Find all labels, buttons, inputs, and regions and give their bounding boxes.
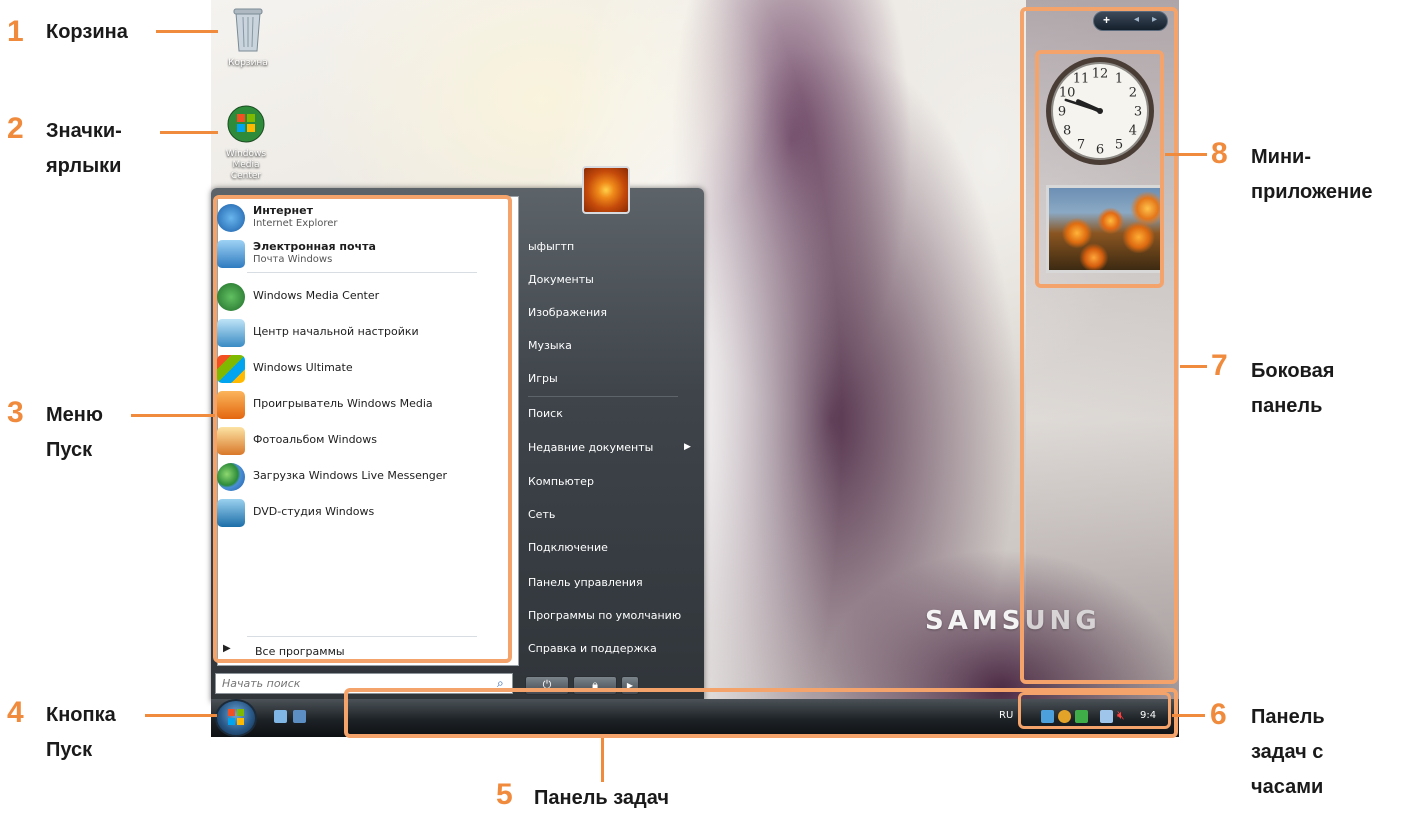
callout-label-2b: ярлыки bbox=[46, 155, 122, 177]
callout-number-8: 8 bbox=[1211, 137, 1228, 170]
callout-number-2: 2 bbox=[7, 112, 24, 145]
submenu-arrow-icon: ▶ bbox=[684, 441, 691, 451]
callout-box-tray bbox=[1018, 692, 1171, 729]
callout-label-7a: Боковая bbox=[1251, 360, 1335, 382]
callout-label-3a: Меню bbox=[46, 404, 103, 426]
callout-leader-3 bbox=[131, 414, 215, 417]
rp-network[interactable]: Сеть bbox=[528, 508, 555, 521]
start-button[interactable] bbox=[215, 699, 257, 737]
show-desktop-icon[interactable] bbox=[274, 710, 287, 723]
desktop-icon-label: Корзина bbox=[228, 58, 268, 68]
callout-label-8b: приложение bbox=[1251, 181, 1373, 203]
callout-box-gadgets bbox=[1035, 50, 1164, 288]
callout-number-7: 7 bbox=[1211, 349, 1228, 382]
callout-number-1: 1 bbox=[7, 15, 24, 48]
desktop-icon-label: Windows Media Center bbox=[225, 149, 267, 181]
rp-user-folder[interactable]: ыфыгтп bbox=[528, 240, 574, 253]
rp-pictures[interactable]: Изображения bbox=[528, 306, 607, 319]
callout-label-5: Панель задач bbox=[534, 787, 669, 809]
windows-logo-icon bbox=[228, 709, 244, 725]
switch-windows-icon[interactable] bbox=[293, 710, 306, 723]
rp-control-panel[interactable]: Панель управления bbox=[528, 576, 643, 589]
callout-label-6b: задач с bbox=[1251, 741, 1324, 763]
callout-label-2a: Значки- bbox=[46, 120, 122, 142]
rp-music[interactable]: Музыка bbox=[528, 339, 572, 352]
recycle-bin-icon bbox=[233, 8, 263, 52]
callout-box-start-menu bbox=[213, 195, 512, 663]
desktop-icon-media-center[interactable]: Windows Media Center bbox=[201, 104, 291, 182]
rp-documents[interactable]: Документы bbox=[528, 273, 594, 286]
rp-recent-documents[interactable]: Недавние документы bbox=[528, 441, 653, 454]
callout-label-8a: Мини- bbox=[1251, 146, 1311, 168]
callout-label-3b: Пуск bbox=[46, 439, 93, 461]
callout-number-6: 6 bbox=[1210, 698, 1227, 731]
windows-media-center-icon bbox=[227, 105, 265, 143]
callout-label-6a: Панель bbox=[1251, 706, 1325, 728]
callout-label-4a: Кнопка bbox=[46, 704, 116, 726]
rp-games[interactable]: Игры bbox=[528, 372, 558, 385]
rp-connect-to[interactable]: Подключение bbox=[528, 541, 608, 554]
callout-label-6c: часами bbox=[1251, 776, 1324, 798]
callout-label-1: Корзина bbox=[46, 21, 128, 43]
user-picture[interactable] bbox=[582, 166, 630, 214]
callout-leader-2 bbox=[160, 131, 218, 134]
callout-label-4b: Пуск bbox=[46, 739, 93, 761]
callout-leader-1 bbox=[156, 30, 218, 33]
rp-search[interactable]: Поиск bbox=[528, 407, 563, 420]
rp-help-support[interactable]: Справка и поддержка bbox=[528, 642, 657, 655]
rp-default-programs[interactable]: Программы по умолчанию bbox=[528, 609, 681, 622]
callout-leader-6 bbox=[1172, 714, 1205, 717]
rp-separator bbox=[528, 396, 678, 397]
callout-number-5: 5 bbox=[496, 778, 513, 811]
rp-computer[interactable]: Компьютер bbox=[528, 475, 594, 488]
desktop-icon-recycle-bin[interactable]: Корзина bbox=[203, 5, 293, 69]
callout-number-4: 4 bbox=[7, 696, 24, 729]
callout-label-7b: панель bbox=[1251, 395, 1323, 417]
callout-leader-7 bbox=[1180, 365, 1207, 368]
callout-leader-8 bbox=[1165, 153, 1207, 156]
callout-leader-5 bbox=[601, 738, 604, 782]
callout-number-3: 3 bbox=[7, 396, 24, 429]
callout-leader-4 bbox=[145, 714, 217, 717]
